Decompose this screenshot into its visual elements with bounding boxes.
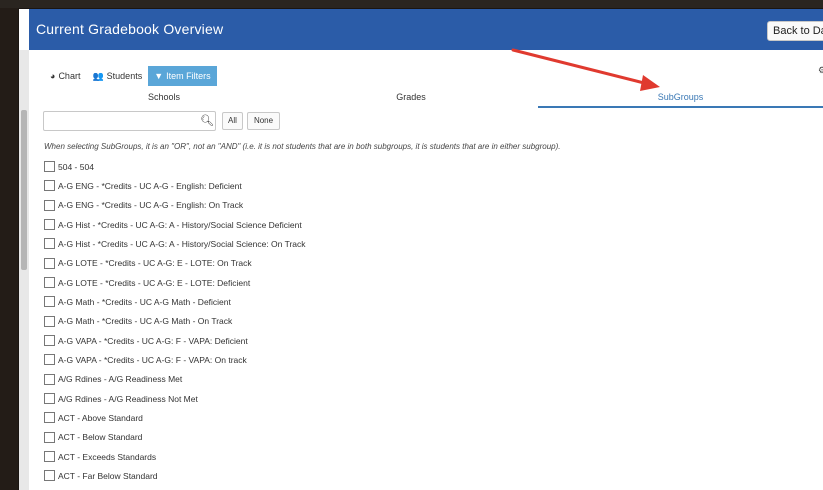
subgroup-label: ACT - Below Standard <box>58 432 143 443</box>
subgroup-checkbox[interactable] <box>44 335 55 347</box>
subgroup-item[interactable]: ACT - Above Standard <box>44 408 744 427</box>
subgroup-label: ACT - Far Below Standard <box>58 470 158 481</box>
filter-tabs: Schools Grades SubGroups <box>44 89 823 108</box>
subgroup-label: A-G VAPA - *Credits - UC A-G: F - VAPA: … <box>58 335 248 346</box>
subgroup-checkbox[interactable] <box>44 199 55 211</box>
photo-background-left <box>0 0 18 490</box>
subgroup-label: A/G Rdines - A/G Readiness Not Met <box>58 393 198 404</box>
subgroup-label: A-G Hist - *Credits - UC A-G: A - Histor… <box>58 219 302 230</box>
subgroup-checkbox[interactable] <box>44 238 55 250</box>
search-icon[interactable]: 🔍︎ <box>200 114 214 127</box>
subgroup-label: A-G Math - *Credits - UC A-G Math - On T… <box>58 316 233 327</box>
tab-chart[interactable]: ◕ Chart <box>44 66 86 86</box>
subgroup-checkbox[interactable] <box>44 373 55 385</box>
subgroup-label: A-G Math - *Credits - UC A-G Math - Defi… <box>58 296 231 307</box>
subgroup-item[interactable]: ACT - Far Below Standard <box>44 466 744 485</box>
subgroup-item[interactable]: A-G ENG - *Credits - UC A-G - English: D… <box>44 176 744 195</box>
tab-chart-label: Chart <box>58 71 81 81</box>
subgroup-label: ACT - Exceeds Standards <box>58 451 157 462</box>
subgroup-item[interactable]: A-G Math - *Credits - UC A-G Math - Defi… <box>44 292 744 311</box>
subgroup-checkbox[interactable] <box>44 412 55 424</box>
subgroup-checkbox[interactable] <box>44 354 55 366</box>
page-title: Current Gradebook Overview <box>36 21 224 37</box>
pie-chart-icon: ◕ <box>50 71 56 81</box>
subgroup-label: A-G LOTE - *Credits - UC A-G: E - LOTE: … <box>58 277 251 288</box>
tab-subgroups[interactable]: SubGroups <box>538 89 823 108</box>
subgroup-item[interactable]: A-G Hist - *Credits - UC A-G: A - Histor… <box>44 215 744 234</box>
subgroup-label: A-G ENG - *Credits - UC A-G - English: D… <box>58 180 242 191</box>
subgroup-label: A-G ENG - *Credits - UC A-G - English: O… <box>58 200 244 211</box>
subgroup-label: 504 - 504 <box>58 161 94 172</box>
subgroup-checkbox[interactable] <box>44 470 55 482</box>
subgroup-label: A/G Rdines - A/G Readiness Met <box>58 374 183 385</box>
subgroup-item[interactable]: 504 - 504 <box>44 157 744 176</box>
subgroup-item[interactable]: A-G LOTE - *Credits - UC A-G: E - LOTE: … <box>44 273 744 292</box>
users-icon: 👥 <box>92 70 104 81</box>
select-all-button[interactable]: All <box>222 112 243 130</box>
subgroup-item[interactable]: A/G Rdines - A/G Readiness Met <box>44 370 744 389</box>
tab-item-filters[interactable]: ▼ Item Filters <box>148 66 217 86</box>
subgroup-checkbox[interactable] <box>44 315 55 327</box>
subgroup-item[interactable]: A-G VAPA - *Credits - UC A-G: F - VAPA: … <box>44 331 744 350</box>
subgroup-item[interactable]: A-G VAPA - *Credits - UC A-G: F - VAPA: … <box>44 350 744 369</box>
select-none-button[interactable]: None <box>247 112 280 130</box>
subgroup-checkbox[interactable] <box>44 180 55 192</box>
subgroup-label: ACT - Above Standard <box>58 412 143 423</box>
tab-students[interactable]: 👥 Students <box>86 66 148 86</box>
subgroup-checkbox[interactable] <box>44 431 55 443</box>
subgroup-label: A-G VAPA - *Credits - UC A-G: F - VAPA: … <box>58 354 247 365</box>
search-box: 🔍︎ <box>43 111 216 131</box>
tab-schools[interactable]: Schools <box>44 89 284 108</box>
scrollbar-thumb[interactable] <box>21 110 27 270</box>
tab-students-label: Students <box>106 71 143 81</box>
subgroup-item[interactable]: A-G LOTE - *Credits - UC A-G: E - LOTE: … <box>44 254 744 273</box>
subgroup-checkbox[interactable] <box>44 451 55 463</box>
subgroup-checkbox[interactable] <box>44 257 55 269</box>
tab-item-filters-label: Item Filters <box>166 71 211 81</box>
subgroup-item[interactable]: ACT - Below Standard <box>44 428 744 447</box>
search-input[interactable] <box>46 113 196 129</box>
top-strip <box>0 0 823 8</box>
gradebook-window: Current Gradebook Overview Back to Das ◕… <box>19 9 823 490</box>
tab-grades[interactable]: Grades <box>284 89 538 108</box>
filter-icon: ▼ <box>154 71 164 81</box>
subgroup-checkbox[interactable] <box>44 277 55 289</box>
subgroup-checkbox[interactable] <box>44 161 55 173</box>
subgroup-item[interactable]: A/G Rdines - A/G Readiness Not Met <box>44 389 744 408</box>
subgroups-note: When selecting SubGroups, it is an "OR",… <box>44 142 561 151</box>
subgroup-checkbox[interactable] <box>44 219 55 231</box>
subgroup-item[interactable]: ACT - Exceeds Standards <box>44 447 744 466</box>
subgroup-label: A-G LOTE - *Credits - UC A-G: E - LOTE: … <box>58 258 252 269</box>
back-to-dashboard-button[interactable]: Back to Das <box>767 21 823 41</box>
subgroup-checkbox[interactable] <box>44 296 55 308</box>
view-tabs: ◕ Chart 👥 Students ▼ Item Filters <box>44 66 217 86</box>
title-bar: Current Gradebook Overview Back to Das <box>29 9 823 50</box>
subgroup-list: 504 - 504 A-G ENG - *Credits - UC A-G - E… <box>44 157 744 486</box>
subgroup-item[interactable]: A-G ENG - *Credits - UC A-G - English: O… <box>44 196 744 215</box>
page-scrollbar[interactable] <box>19 50 29 490</box>
subgroup-item[interactable]: A-G Math - *Credits - UC A-G Math - On T… <box>44 312 744 331</box>
subgroup-label: A-G Hist - *Credits - UC A-G: A - Histor… <box>58 238 306 249</box>
settings-icon[interactable]: ⚙ <box>818 65 823 76</box>
subgroup-checkbox[interactable] <box>44 393 55 405</box>
subgroup-item[interactable]: A-G Hist - *Credits - UC A-G: A - Histor… <box>44 234 744 253</box>
